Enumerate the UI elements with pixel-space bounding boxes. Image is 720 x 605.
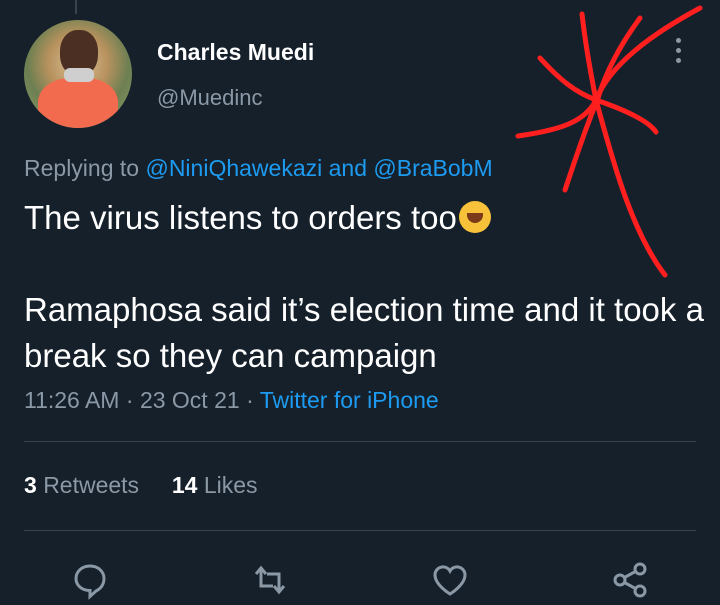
tweet-source[interactable]: Twitter for iPhone bbox=[260, 387, 439, 413]
likes-stat[interactable]: 14 Likes bbox=[172, 472, 258, 498]
retweets-stat[interactable]: 3 Retweets bbox=[24, 472, 139, 498]
tweet-line-1: The virus listens to orders too bbox=[24, 199, 457, 236]
tweet-time[interactable]: 11:26 AM bbox=[24, 387, 119, 413]
mention-link[interactable]: @BraBobM bbox=[373, 155, 492, 181]
mention-link[interactable]: @NiniQhawekazi bbox=[145, 155, 322, 181]
tweet-meta: 11:26 AM · 23 Oct 21 · Twitter for iPhon… bbox=[24, 387, 439, 414]
share-icon[interactable] bbox=[610, 560, 650, 600]
tweet-date[interactable]: 23 Oct 21 bbox=[140, 387, 240, 413]
replying-prefix: Replying to bbox=[24, 155, 140, 181]
author-name[interactable]: Charles Muedi bbox=[157, 39, 314, 66]
tweet-text: The virus listens to orders too Ramaphos… bbox=[24, 195, 704, 379]
divider bbox=[24, 441, 696, 442]
replying-conjunction: and bbox=[328, 155, 367, 181]
more-options-icon[interactable] bbox=[668, 38, 688, 68]
retweet-icon[interactable] bbox=[250, 560, 290, 600]
tweet-line-2: Ramaphosa said it’s election time and it… bbox=[24, 291, 704, 374]
thread-line bbox=[75, 0, 77, 14]
meta-separator: · bbox=[125, 387, 134, 413]
tweet-stats: 3 Retweets 14 Likes bbox=[24, 472, 258, 499]
avatar[interactable] bbox=[24, 20, 132, 128]
like-icon[interactable] bbox=[430, 560, 470, 600]
divider bbox=[24, 530, 696, 531]
laughing-emoji-icon bbox=[458, 201, 491, 233]
author-handle[interactable]: @Muedinc bbox=[157, 85, 263, 111]
reply-icon[interactable] bbox=[70, 560, 110, 600]
meta-separator: · bbox=[246, 387, 254, 413]
replying-to: Replying to @NiniQhawekazi and @BraBobM bbox=[24, 155, 493, 182]
